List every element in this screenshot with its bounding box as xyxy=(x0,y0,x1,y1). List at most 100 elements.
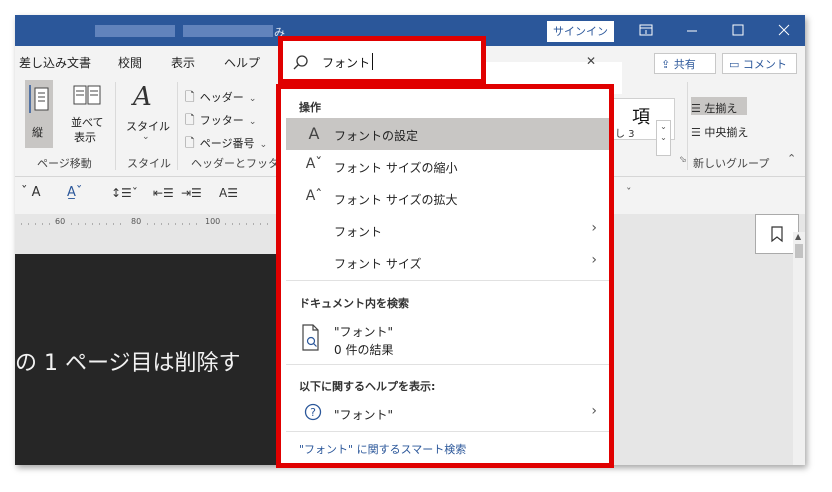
chevron-down-icon: ⌄ xyxy=(259,140,268,150)
document-search-icon xyxy=(302,324,319,351)
doc-search-result[interactable]: "フォント" 0 件の結果 xyxy=(286,315,609,361)
align-left-button[interactable]: ☰ 左揃え xyxy=(691,97,747,115)
footer-button[interactable]: 🗋 フッター ⌄ xyxy=(185,109,275,127)
side-by-side-label-2: 表示 xyxy=(74,131,96,144)
vertical-view-label: 縦 xyxy=(32,126,43,139)
page-number-icon: 🗋 xyxy=(185,136,195,150)
smart-search-link[interactable]: "フォント" に関するスマート検索 xyxy=(299,441,466,457)
page-move-group-label: ページ移動 xyxy=(37,157,92,170)
scroll-thumb[interactable] xyxy=(795,244,803,258)
document-title-blurred xyxy=(95,25,175,37)
signin-button[interactable]: サインイン xyxy=(547,21,614,42)
action-label: フォントの設定 xyxy=(334,129,419,143)
increase-indent-icon[interactable]: ⇥☰ xyxy=(181,186,202,200)
minimize-icon xyxy=(687,30,697,32)
side-by-side-icon xyxy=(73,85,101,105)
dialog-launcher-icon[interactable]: ⬂ xyxy=(679,155,687,165)
align-left-icon: ☰ xyxy=(691,102,705,115)
footer-label: フッター xyxy=(199,114,244,127)
share-icon: ⇪ xyxy=(661,58,674,71)
action-grow-font[interactable]: Aˆ フォント サイズの拡大 xyxy=(286,182,609,214)
search-input-value: フォント xyxy=(322,56,371,70)
align-center-icon: ☰ xyxy=(691,126,705,139)
maximize-icon xyxy=(732,24,744,36)
actions-section-title: 操作 xyxy=(299,101,321,114)
decrease-indent-icon[interactable]: ⇤☰ xyxy=(153,186,174,200)
vertical-scrollbar[interactable]: ▲ xyxy=(793,232,805,465)
search-input[interactable]: フォント ✕ xyxy=(286,50,606,76)
bookmark-icon xyxy=(771,226,783,243)
chevron-right-icon: › xyxy=(591,403,597,419)
chevron-down-icon: ⌄ xyxy=(248,94,257,104)
section-divider xyxy=(286,431,609,432)
font-icon: A xyxy=(308,124,320,143)
ribbon-divider xyxy=(687,82,688,170)
help-item[interactable]: ? "フォント" › xyxy=(286,397,609,429)
comment-icon: ▭ xyxy=(729,58,743,71)
document-text-line: の 2 xyxy=(15,462,58,465)
text-effect-icon[interactable]: A̲ˇ xyxy=(67,185,82,200)
side-by-side-label-1: 並べて xyxy=(71,116,104,129)
side-by-side-button[interactable]: 並べて 表示 xyxy=(67,80,107,150)
tab-help[interactable]: ヘルプ xyxy=(224,54,260,71)
action-font-size[interactable]: フォント サイズ › xyxy=(286,246,609,278)
align-left-label: 左揃え xyxy=(704,102,738,115)
maximize-button[interactable] xyxy=(715,15,761,46)
page-number-label: ページ番号 xyxy=(199,137,255,150)
doc-search-query: "フォント" xyxy=(334,325,394,339)
svg-text:?: ? xyxy=(310,406,316,419)
chevron-down-icon: ⌄ xyxy=(248,117,257,127)
action-font-settings[interactable]: A フォントの設定 xyxy=(286,118,609,150)
share-button[interactable]: ⇪ 共有 xyxy=(654,53,716,74)
style-gallery-scroll[interactable]: ⌄ ⌄ xyxy=(656,120,671,156)
scroll-up-icon[interactable]: ▲ xyxy=(795,232,801,241)
toolbar-chevron-icon[interactable]: ˇ xyxy=(626,186,632,199)
doc-search-count: 0 件の結果 xyxy=(334,343,394,357)
chevron-right-icon: › xyxy=(591,252,597,268)
ribbon-display-button[interactable] xyxy=(623,15,669,46)
style-preview-sub: し 3 xyxy=(615,129,635,140)
style-button[interactable]: A スタイル ⌄ xyxy=(123,80,171,150)
header-icon: 🗋 xyxy=(185,90,195,104)
comments-button[interactable]: ▭ コメント xyxy=(722,53,797,74)
ribbon-display-icon xyxy=(639,24,653,36)
clear-search-icon[interactable]: ✕ xyxy=(586,54,596,68)
help-item-label: "フォント" xyxy=(334,408,394,422)
section-divider xyxy=(286,280,609,281)
tab-review[interactable]: 校閲 xyxy=(118,54,142,71)
search-icon xyxy=(293,55,308,70)
page-number-button[interactable]: 🗋 ページ番号 ⌄ xyxy=(185,132,280,150)
align-center-label: 中央揃え xyxy=(704,126,749,139)
minimize-button[interactable] xyxy=(669,15,715,46)
action-font[interactable]: フォント › xyxy=(286,214,609,246)
close-button[interactable] xyxy=(761,15,805,46)
tab-view[interactable]: 表示 xyxy=(171,54,195,71)
doc-search-section-title: ドキュメント内を検索 xyxy=(299,297,409,310)
action-label: フォント サイズ xyxy=(334,257,422,271)
ribbon-divider xyxy=(177,82,178,170)
help-icon: ? xyxy=(304,403,322,421)
line-spacing-icon[interactable]: ↕☰ˇ xyxy=(111,186,138,200)
new-group-label: 新しいグループ xyxy=(693,157,770,170)
share-label: 共有 xyxy=(673,58,696,71)
tab-mailings[interactable]: 差し込み文書 xyxy=(19,54,91,71)
action-label: フォント サイズの拡大 xyxy=(334,193,458,207)
comments-label: コメント xyxy=(742,58,787,71)
style-preview-title: 項 xyxy=(632,107,650,128)
header-button[interactable]: 🗋 ヘッダー ⌄ xyxy=(185,86,275,104)
search-results-dropdown: 操作 A フォントの設定 Aˇ フォント サイズの縮小 Aˆ フォント サイズの… xyxy=(276,84,614,468)
footer-icon: 🗋 xyxy=(185,113,195,127)
vertical-view-button[interactable]: 縦 xyxy=(25,80,53,148)
shrink-font-icon: Aˇ xyxy=(305,156,323,172)
action-shrink-font[interactable]: Aˇ フォント サイズの縮小 xyxy=(286,150,609,182)
align-center-button[interactable]: ☰ 中央揃え xyxy=(691,121,771,139)
collapse-ribbon-icon[interactable]: ⌃ xyxy=(787,152,796,165)
sort-icon[interactable]: A☰ xyxy=(219,186,238,200)
close-icon xyxy=(778,24,790,36)
chevron-down-icon: ⌄ xyxy=(142,132,150,142)
ruler-marks xyxy=(21,223,273,225)
document-title-blurred xyxy=(183,25,273,37)
font-size-down-icon[interactable]: ˇ A xyxy=(21,185,41,200)
action-label: フォント サイズの縮小 xyxy=(334,161,458,175)
help-section-title: 以下に関するヘルプを表示: xyxy=(299,380,436,393)
